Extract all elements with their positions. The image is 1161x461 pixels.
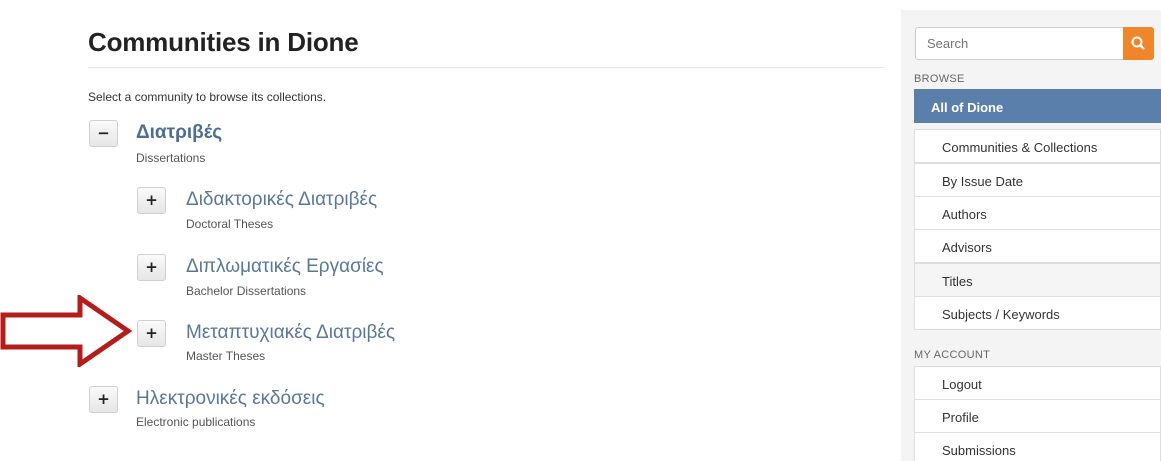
expand-toggle-button[interactable]: +: [137, 320, 166, 347]
nav-item-logout[interactable]: Logout: [914, 366, 1161, 400]
main-content: Communities in Dione Select a community …: [88, 0, 885, 461]
my-account-section-label: MY ACCOUNT: [914, 349, 991, 361]
nav-item-titles[interactable]: Titles: [914, 263, 1161, 297]
nav-item-submissions[interactable]: Submissions: [914, 432, 1161, 461]
red-arrow-annotation: [0, 295, 132, 367]
arrow-shape: [0, 295, 132, 367]
nav-item-subjects-keywords[interactable]: Subjects / Keywords: [914, 296, 1161, 330]
expand-toggle-button[interactable]: +: [137, 254, 166, 281]
collection-subtitle: Bachelor Dissertations: [186, 284, 307, 298]
community-subtitle: Dissertations: [136, 151, 206, 165]
title-divider: [88, 67, 885, 68]
collapse-toggle-button[interactable]: −: [89, 120, 118, 147]
nav-item-by-issue-date[interactable]: By Issue Date: [914, 163, 1161, 197]
collection-link[interactable]: Διπλωματικές Εργασίες: [186, 256, 384, 278]
browse-section-label: BROWSE: [914, 73, 965, 85]
collection-link[interactable]: Διδακτορικές Διατριβές: [186, 189, 377, 211]
collection-subtitle: Doctoral Theses: [186, 217, 274, 231]
expand-toggle-button[interactable]: +: [137, 187, 166, 214]
search-input[interactable]: [915, 27, 1124, 60]
nav-item-authors[interactable]: Authors: [914, 196, 1161, 230]
sidebar: BROWSE All of Dione Communities & Collec…: [901, 10, 1161, 461]
community-link[interactable]: Διατριβές: [136, 122, 222, 144]
nav-item-profile[interactable]: Profile: [914, 399, 1161, 433]
intro-text: Select a community to browse its collect…: [88, 90, 327, 104]
collection-subtitle: Master Theses: [186, 349, 266, 363]
nav-item-all-of-dione[interactable]: All of Dione: [914, 89, 1161, 123]
community-link[interactable]: Ηλεκτρονικές εκδόσεις: [136, 388, 325, 410]
expand-toggle-button[interactable]: +: [89, 386, 118, 413]
collection-link[interactable]: Μεταπτυχιακές Διατριβές: [186, 322, 395, 344]
nav-item-communities-collections[interactable]: Communities & Collections: [914, 129, 1161, 163]
search-button[interactable]: [1123, 27, 1154, 60]
search-icon: [1131, 36, 1145, 50]
page-title: Communities in Dione: [88, 27, 359, 57]
community-subtitle: Electronic publications: [136, 415, 256, 429]
nav-item-advisors[interactable]: Advisors: [914, 229, 1161, 263]
